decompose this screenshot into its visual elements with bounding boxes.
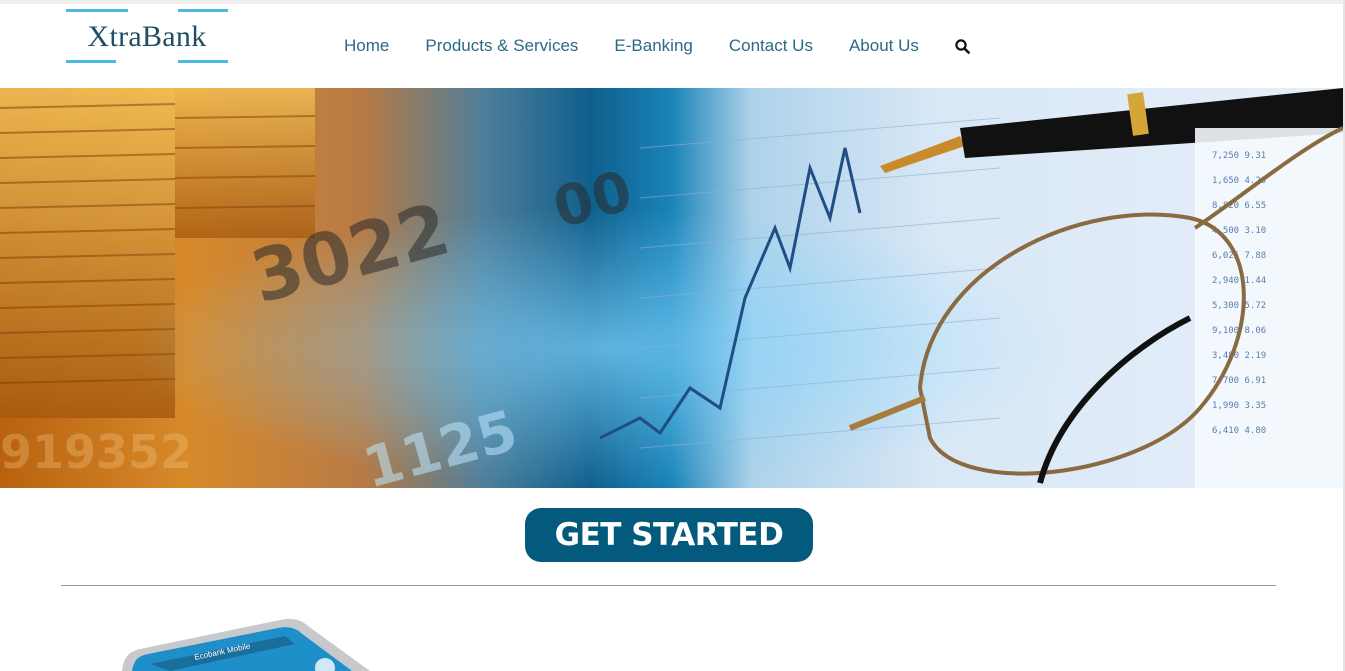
- svg-text:6,410 4.80: 6,410 4.80: [1212, 426, 1266, 436]
- nav-e-banking[interactable]: E-Banking: [596, 36, 710, 56]
- svg-text:2,940 1.44: 2,940 1.44: [1212, 276, 1266, 286]
- nav-about-us[interactable]: About Us: [831, 36, 937, 56]
- site-header: XtraBank Home Products & Services E-Bank…: [0, 4, 1343, 88]
- logo-accent-bar: [178, 9, 228, 12]
- nav-home[interactable]: Home: [326, 36, 407, 56]
- svg-text:1,990 3.35: 1,990 3.35: [1212, 401, 1266, 411]
- svg-text:7,250 9.31: 7,250 9.31: [1212, 151, 1266, 161]
- search-icon: [955, 38, 970, 54]
- brand-logo[interactable]: XtraBank: [64, 9, 230, 65]
- nav-contact-us[interactable]: Contact Us: [711, 36, 831, 56]
- mobile-app-phone-image: Ecobank Mobile: [110, 612, 410, 671]
- logo-accent-bar: [66, 9, 128, 12]
- main-nav: Home Products & Services E-Banking Conta…: [326, 34, 987, 58]
- svg-text:919352: 919352: [0, 425, 192, 479]
- hero-banner: 3022 00 1125 919352 7,250 9.31 1,650 4.20…: [0, 88, 1343, 488]
- get-started-button[interactable]: GET STARTED: [525, 508, 813, 562]
- search-button[interactable]: [937, 38, 987, 54]
- logo-accent-bar: [178, 60, 228, 63]
- finance-banner-image: 3022 00 1125 919352 7,250 9.311,650 4.20…: [0, 88, 1343, 488]
- logo-accent-bar: [66, 60, 116, 63]
- nav-products-services[interactable]: Products & Services: [407, 36, 596, 56]
- svg-text:3,480 2.19: 3,480 2.19: [1212, 351, 1266, 361]
- section-divider: [61, 585, 1276, 586]
- brand-name: XtraBank: [87, 20, 207, 53]
- svg-text:5,300 5.72: 5,300 5.72: [1212, 301, 1266, 311]
